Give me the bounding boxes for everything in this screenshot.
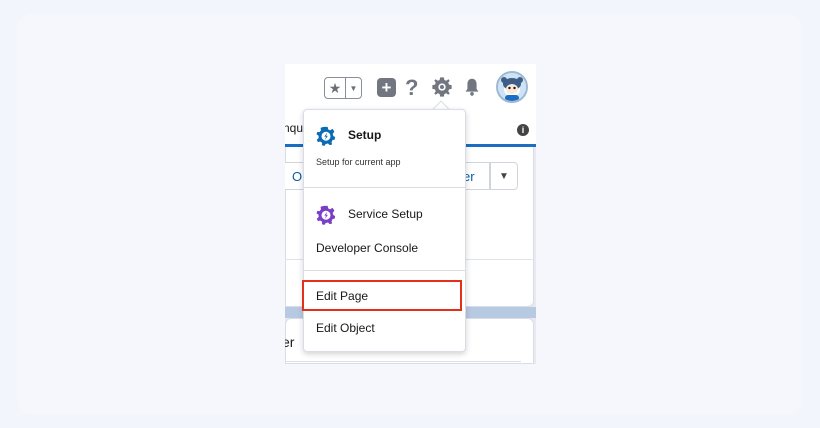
service-gear-icon (316, 205, 336, 225)
star-icon[interactable]: ★ (325, 78, 346, 98)
astro-avatar-icon (498, 73, 526, 101)
more-actions-button[interactable]: ▼ (490, 162, 518, 190)
edit-page-menu-item[interactable]: Edit Page (316, 289, 368, 303)
developer-console-menu-item[interactable]: Developer Console (316, 241, 418, 255)
bell-icon[interactable] (461, 76, 483, 98)
user-avatar[interactable] (496, 71, 528, 103)
setup-menu-item[interactable]: Setup (348, 128, 381, 142)
setup-gear-icon (316, 126, 336, 146)
question-icon[interactable]: ? (405, 75, 418, 101)
plus-icon[interactable]: + (377, 78, 396, 97)
detail-panel-title: er (285, 334, 295, 350)
info-icon[interactable]: i (517, 124, 529, 136)
setup-dropdown-menu: Setup Setup for current app Service Setu… (302, 109, 466, 352)
menu-divider (304, 187, 465, 188)
tab-label-fragment[interactable]: nqu (285, 121, 303, 135)
edit-object-menu-item[interactable]: Edit Object (316, 321, 375, 335)
gear-icon[interactable] (431, 76, 453, 98)
service-setup-menu-item[interactable]: Service Setup (348, 207, 423, 221)
caret-down-icon: ▼ (499, 171, 509, 182)
menu-divider (304, 270, 465, 271)
salesforce-screenshot: nqu i O er ▼ er ★ ▼ + ? Setup Setup for … (285, 64, 536, 364)
favorites-caret-down-icon[interactable]: ▼ (346, 78, 361, 98)
setup-menu-description: Setup for current app (316, 157, 401, 167)
detail-panel-divider (285, 361, 521, 362)
favorites-button-group[interactable]: ★ ▼ (324, 77, 362, 99)
